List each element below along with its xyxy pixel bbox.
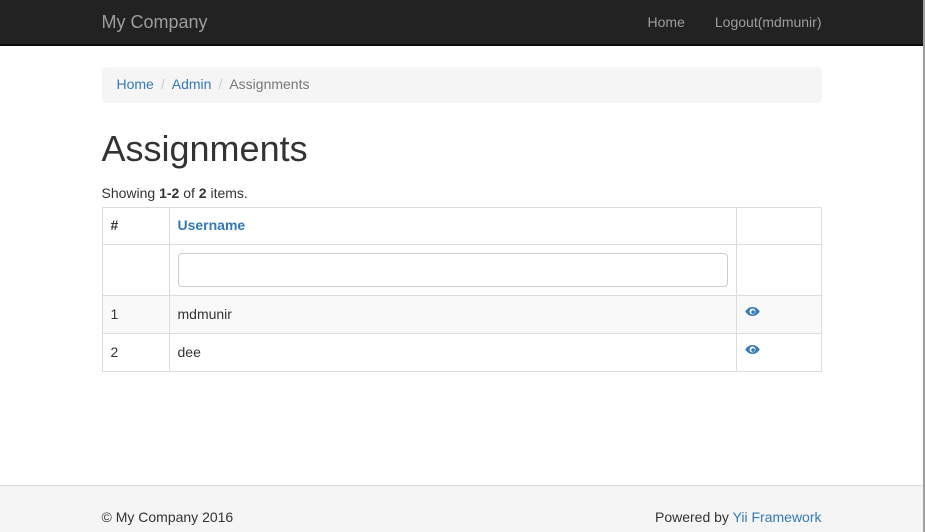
row-actions-cell <box>736 334 821 372</box>
main-content: Home/Admin/Assignments Assignments Showi… <box>87 67 837 372</box>
filter-cell-empty <box>736 245 821 296</box>
header-username: Username <box>169 208 736 245</box>
copyright-text: © My Company 2016 <box>102 508 234 528</box>
username-sort-link[interactable]: Username <box>178 217 246 233</box>
navbar: My Company Home Logout(mdmunir) <box>0 0 923 46</box>
username-filter-input[interactable] <box>178 253 728 287</box>
row-username-cell: mdmunir <box>169 296 736 334</box>
breadcrumb-current: Assignments <box>229 76 309 92</box>
navbar-link-home[interactable]: Home <box>633 14 700 30</box>
page: My Company Home Logout(mdmunir) Home/Adm… <box>0 0 925 532</box>
table-header-row: # Username <box>102 208 821 245</box>
table-row: 2 dee <box>102 334 821 372</box>
table-filter-row <box>102 245 821 296</box>
eye-icon <box>745 342 760 357</box>
row-index-cell: 2 <box>102 334 169 372</box>
row-index-cell: 1 <box>102 296 169 334</box>
navbar-links: Home Logout(mdmunir) <box>633 13 822 33</box>
table-row: 1 mdmunir <box>102 296 821 334</box>
yii-framework-link[interactable]: Yii Framework <box>733 509 822 525</box>
breadcrumb-separator: / <box>211 76 229 92</box>
powered-by: Powered by Yii Framework <box>655 508 822 528</box>
view-action-link[interactable] <box>745 342 760 357</box>
footer: © My Company 2016 Powered by Yii Framewo… <box>0 485 923 532</box>
header-actions <box>736 208 821 245</box>
breadcrumb-admin-link[interactable]: Admin <box>172 76 212 92</box>
page-title: Assignments <box>102 123 822 174</box>
view-action-link[interactable] <box>745 304 760 319</box>
filter-cell-username <box>169 245 736 296</box>
breadcrumb-home-link[interactable]: Home <box>117 76 154 92</box>
eye-icon <box>745 304 760 319</box>
navbar-link-logout[interactable]: Logout(mdmunir) <box>700 14 822 30</box>
assignments-table: # Username 1 mdmunir <box>102 207 822 372</box>
breadcrumb: Home/Admin/Assignments <box>102 67 822 103</box>
row-actions-cell <box>736 296 821 334</box>
summary-total: 2 <box>199 185 207 201</box>
grid-summary: Showing 1-2 of 2 items. <box>102 184 822 204</box>
header-index: # <box>102 208 169 245</box>
row-username-cell: dee <box>169 334 736 372</box>
summary-range: 1-2 <box>159 185 179 201</box>
breadcrumb-separator: / <box>154 76 172 92</box>
navbar-brand[interactable]: My Company <box>102 10 208 36</box>
filter-cell-empty <box>102 245 169 296</box>
